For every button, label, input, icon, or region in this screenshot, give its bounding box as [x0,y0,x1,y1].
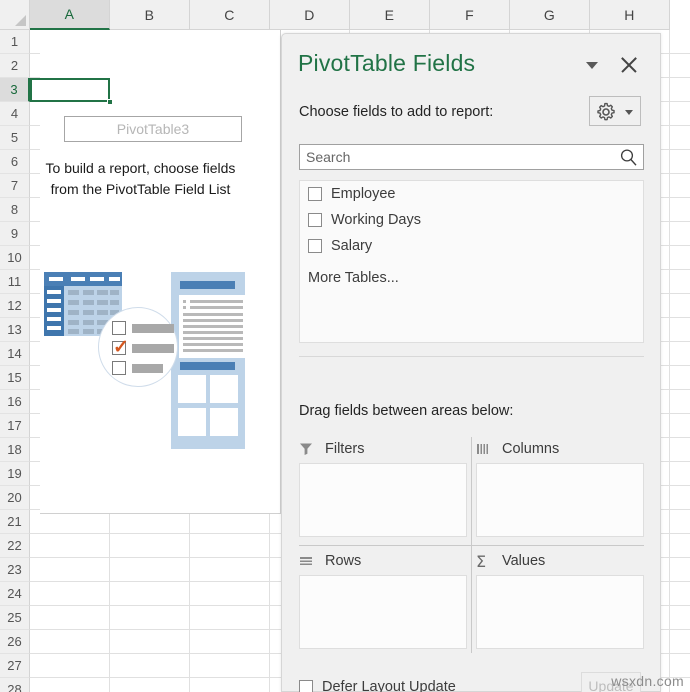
pivottable-hint-line1: To build a report, choose fields [45,160,236,176]
field-label: Employee [331,186,396,202]
watermark: wsxdn.com [611,673,684,689]
area-filters-dropzone[interactable] [299,463,467,537]
area-rows-dropzone[interactable] [299,575,467,649]
row-header-21[interactable]: 21 [0,510,30,534]
row-header-15[interactable]: 15 [0,366,30,390]
pivottable-hint-line2: from the PivotTable Field List [50,181,231,197]
row-header-24[interactable]: 24 [0,582,30,606]
column-header-h[interactable]: H [590,0,670,30]
row-header-18[interactable]: 18 [0,438,30,462]
row-header-26[interactable]: 26 [0,630,30,654]
search-box[interactable] [299,144,644,170]
selected-cell-a3[interactable] [30,78,110,102]
area-columns[interactable]: Columns [476,435,644,539]
row-header-25[interactable]: 25 [0,606,30,630]
area-filters-header: Filters [299,435,467,463]
drop-areas: Filters Columns Rows Σ Values [299,435,644,655]
column-header-a[interactable]: A [30,0,110,30]
sigma-sum-icon: Σ [476,551,487,571]
checkbox-defer-layout-update[interactable] [299,680,313,692]
area-columns-header: Columns [476,435,644,463]
row-header-5[interactable]: 5 [0,126,30,150]
chevron-down-icon[interactable] [586,62,598,69]
area-label: Filters [325,441,365,457]
defer-layout-update-row[interactable]: Defer Layout Update [299,679,456,692]
excel-pivottable-screen: ABCDEFGH 1 2 3 4 5 6 7 8 9 10 11 12 13 14 15 16 17 18 19 20… [0,0,690,692]
drag-fields-label: Drag fields between areas below: [299,403,514,419]
area-values-dropzone[interactable] [476,575,644,649]
row-header-12[interactable]: 12 [0,294,30,318]
choose-fields-label: Choose fields to add to report: [299,104,494,120]
row-header-4[interactable]: 4 [0,102,30,126]
checkmark-icon: ✓ [113,337,129,358]
column-header-b[interactable]: B [110,0,190,30]
row-header-3[interactable]: 3 [0,78,30,102]
column-header-f[interactable]: F [430,0,510,30]
area-filters[interactable]: Filters [299,435,467,539]
row-header-1[interactable]: 1 [0,30,30,54]
row-header-20[interactable]: 20 [0,486,30,510]
row-header-27[interactable]: 27 [0,654,30,678]
fill-handle[interactable] [107,99,113,105]
pivottable-name-plate: PivotTable3 [64,116,242,142]
area-label: Values [502,553,546,569]
row-header-11[interactable]: 11 [0,270,30,294]
row-header-10[interactable]: 10 [0,246,30,270]
panel-title: PivotTable Fields [298,50,476,76]
pivottable-hint: To build a report, choose fields from th… [0,158,281,200]
row-header-2[interactable]: 2 [0,54,30,78]
defer-layout-update-label: Defer Layout Update [322,679,456,692]
pivottable-name: PivotTable3 [116,121,190,137]
select-all-triangle-icon [15,15,26,26]
area-columns-dropzone[interactable] [476,463,644,537]
row-header-9[interactable]: 9 [0,222,30,246]
row-header-14[interactable]: 14 [0,342,30,366]
filter-funnel-icon [299,442,319,456]
row-header-17[interactable]: 17 [0,414,30,438]
column-header-g[interactable]: G [510,0,590,30]
pivottable-illustration: ✓ [40,268,265,468]
area-label: Columns [502,441,560,457]
fields-list[interactable]: Employee Working Days Salary More Tables… [299,180,644,343]
row-header-23[interactable]: 23 [0,558,30,582]
column-headers: ABCDEFGH [30,0,670,30]
field-item-salary[interactable]: Salary [300,233,643,259]
row-header-22[interactable]: 22 [0,534,30,558]
row-header-19[interactable]: 19 [0,462,30,486]
more-tables-link[interactable]: More Tables... [308,270,399,286]
row-header-28[interactable]: 28 [0,678,30,692]
field-item-employee[interactable]: Employee [300,181,643,207]
pivottable-fields-panel: PivotTable Fields Choose fields to add t… [281,33,661,692]
area-rows-header: Rows [299,547,467,575]
field-item-working-days[interactable]: Working Days [300,207,643,233]
area-values[interactable]: Σ Values [476,547,644,651]
area-label: Rows [325,553,362,569]
field-label: Working Days [331,212,421,228]
gear-icon [597,102,615,121]
rows-lines-icon [299,554,319,568]
chevron-down-icon [625,110,633,115]
checkbox-salary[interactable] [308,239,322,253]
row-headers: 1 2 3 4 5 6 7 8 9 10 11 12 13 14 15 16 17 18 19 20 21 22 23 24 2… [0,30,30,692]
columns-bars-icon [476,442,496,456]
column-header-c[interactable]: C [190,0,270,30]
checkbox-working-days[interactable] [308,213,322,227]
select-all-corner[interactable] [0,0,30,30]
search-input[interactable] [304,145,604,169]
close-icon[interactable] [618,54,640,76]
field-list-tools-button[interactable] [589,96,641,126]
panel-divider [299,356,644,357]
field-label: Salary [331,238,373,254]
row-header-13[interactable]: 13 [0,318,30,342]
checkbox-employee[interactable] [308,187,322,201]
areas-horizontal-divider [299,545,644,546]
column-header-e[interactable]: E [350,0,430,30]
search-icon[interactable] [619,148,638,167]
area-values-header: Σ Values [476,547,644,575]
column-header-d[interactable]: D [270,0,350,30]
row-header-8[interactable]: 8 [0,198,30,222]
area-rows[interactable]: Rows [299,547,467,651]
row-header-16[interactable]: 16 [0,390,30,414]
